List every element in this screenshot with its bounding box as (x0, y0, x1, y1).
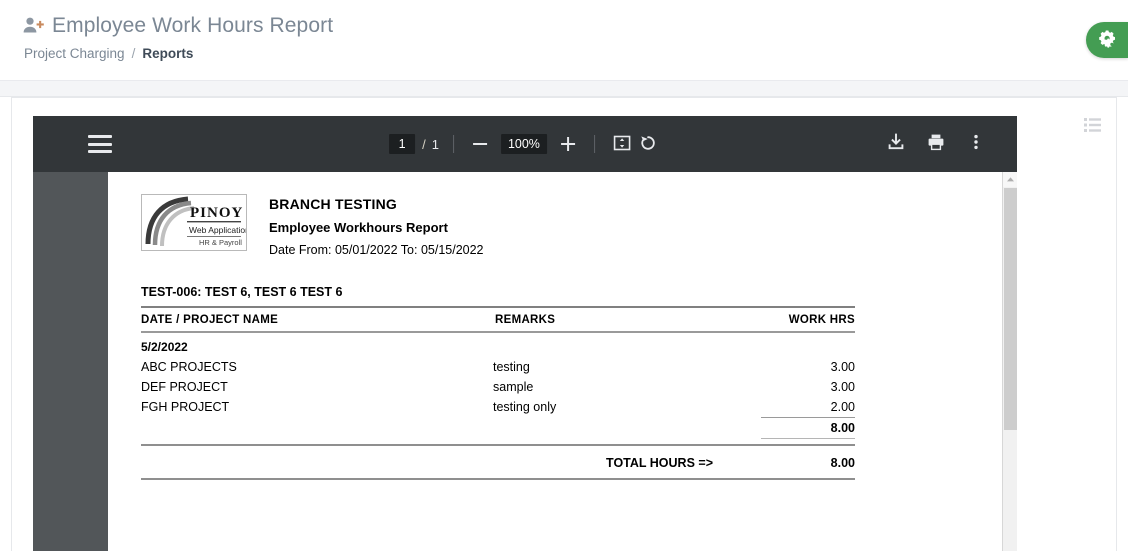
zoom-out-button[interactable] (468, 132, 492, 156)
page-count: 1 (432, 137, 439, 152)
gears-icon (1096, 30, 1118, 50)
row-remarks: testing (493, 357, 761, 377)
work-hours-table: DATE / PROJECT NAME REMARKS WORK HRS 5/2… (141, 306, 855, 482)
minus-icon (473, 143, 487, 145)
user-plus-icon (22, 15, 44, 37)
svg-text:Web Application: Web Application (189, 225, 246, 235)
report-header: PINOY Web Application HR & Payroll BRANC… (141, 194, 1017, 258)
company-logo: PINOY Web Application HR & Payroll (141, 194, 247, 251)
date-group-row: 5/2/2022 (141, 332, 855, 357)
scroll-up-arrow-icon[interactable] (1003, 172, 1017, 187)
breadcrumb-link-project-charging[interactable]: Project Charging (24, 46, 125, 61)
subtotal-row: 8.00 (141, 418, 855, 439)
column-header-name: DATE / PROJECT NAME (141, 310, 493, 332)
download-button[interactable] (883, 131, 909, 157)
report-document: PINOY Web Application HR & Payroll BRANC… (108, 172, 1017, 482)
page-title: Employee Work Hours Report (52, 14, 333, 38)
report-date-range: Date From: 05/01/2022 To: 05/15/2022 (269, 243, 484, 258)
row-project-name: ABC PROJECTS (141, 357, 493, 377)
page-separator: / (422, 137, 426, 152)
breadcrumb-current-reports: Reports (142, 46, 193, 61)
pdf-toolbar: 1 / 1 100% (33, 116, 1017, 172)
pdf-toolbar-center-controls: 1 / 1 100% (389, 131, 661, 157)
rotate-button[interactable] (635, 131, 661, 157)
svg-text:HR & Payroll: HR & Payroll (199, 238, 242, 247)
total-bottom-rule (141, 479, 855, 482)
card-wrapper: 1 / 1 100% (0, 97, 1128, 551)
row-hours: 3.00 (761, 377, 855, 397)
date-group-label: 5/2/2022 (141, 332, 855, 357)
header-separator-band (0, 80, 1128, 97)
page-title-row: Employee Work Hours Report (0, 0, 1128, 38)
toolbar-divider-2 (594, 135, 595, 153)
list-lines-icon[interactable] (1084, 118, 1101, 132)
more-options-button[interactable] (963, 131, 989, 157)
print-icon (926, 132, 946, 157)
total-label: TOTAL HOURS => (493, 449, 761, 479)
report-company-name: BRANCH TESTING (269, 196, 484, 213)
row-hours: 3.00 (761, 357, 855, 377)
report-subtitle: Employee Workhours Report (269, 220, 484, 236)
pdf-page: PINOY Web Application HR & Payroll BRANC… (108, 172, 1017, 551)
table-row: ABC PROJECTS testing 3.00 (141, 357, 855, 377)
pdf-body: PINOY Web Application HR & Payroll BRANC… (33, 172, 1017, 551)
pdf-viewer: 1 / 1 100% (33, 116, 1017, 551)
row-remarks: sample (493, 377, 761, 397)
app-header: Employee Work Hours Report Project Charg… (0, 0, 1128, 80)
fit-to-page-icon (612, 133, 632, 156)
report-card: 1 / 1 100% (11, 97, 1117, 551)
print-button[interactable] (923, 131, 949, 157)
employee-heading: TEST-006: TEST 6, TEST 6 TEST 6 (141, 285, 1017, 300)
total-row: TOTAL HOURS => 8.00 (141, 449, 855, 479)
table-header-row: DATE / PROJECT NAME REMARKS WORK HRS (141, 310, 855, 332)
fit-to-page-button[interactable] (609, 131, 635, 157)
pdf-toolbar-right-controls (883, 131, 989, 157)
plus-icon (561, 137, 575, 151)
more-options-icon (966, 132, 986, 157)
scrollbar-thumb[interactable] (1004, 188, 1017, 430)
breadcrumb: Project Charging / Reports (0, 38, 1128, 62)
download-icon (886, 132, 906, 157)
report-header-text: BRANCH TESTING Employee Workhours Report… (269, 194, 484, 258)
zoom-level-value[interactable]: 100% (501, 134, 547, 154)
svg-text:PINOY: PINOY (190, 205, 243, 221)
rotate-counterclockwise-icon (638, 133, 658, 156)
settings-tab-button[interactable] (1086, 22, 1128, 58)
row-project-name: DEF PROJECT (141, 377, 493, 397)
row-project-name: FGH PROJECT (141, 397, 493, 418)
pdf-scrollbar[interactable] (1002, 172, 1017, 551)
toolbar-divider (453, 135, 454, 153)
zoom-in-button[interactable] (556, 132, 580, 156)
subtotal-value: 8.00 (761, 418, 855, 439)
row-remarks: testing only (493, 397, 761, 418)
breadcrumb-separator: / (132, 46, 136, 61)
table-row: DEF PROJECT sample 3.00 (141, 377, 855, 397)
total-value: 8.00 (761, 449, 855, 479)
page-number-input[interactable]: 1 (389, 134, 415, 154)
table-row: FGH PROJECT testing only 2.00 (141, 397, 855, 418)
column-header-remarks: REMARKS (493, 310, 761, 332)
column-header-hours: WORK HRS (761, 310, 855, 332)
hamburger-menu-icon[interactable] (88, 135, 112, 153)
row-hours: 2.00 (761, 397, 855, 418)
